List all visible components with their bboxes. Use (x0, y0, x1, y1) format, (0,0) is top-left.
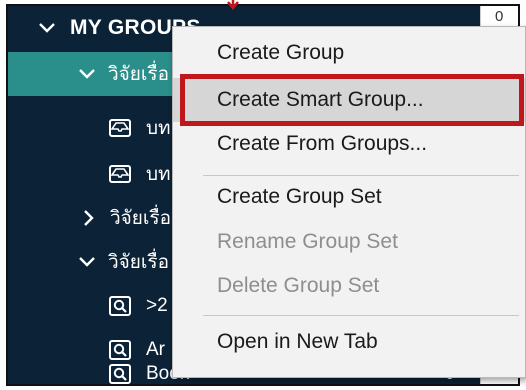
folder-icon (109, 119, 131, 137)
group-set-label: วิจัยเรื่อ (108, 64, 170, 85)
chevron-right-icon[interactable] (80, 209, 98, 227)
group-set-label: วิจัยเรื่อ (110, 208, 172, 229)
folder-icon (109, 165, 131, 183)
annotation-arrow-icon (227, 0, 239, 10)
top-count: 0 (495, 8, 504, 25)
menu-item-create-smart-group[interactable]: Create Smart Group... (173, 78, 525, 122)
chevron-down-icon[interactable] (78, 65, 96, 83)
group-label: บท (146, 118, 171, 139)
context-menu: Create Group Create Smart Group... Creat… (172, 26, 526, 378)
smart-group-icon (109, 296, 131, 316)
group-set-label: วิจัยเรื่อ (108, 252, 170, 273)
chevron-down-icon[interactable] (78, 253, 96, 271)
menu-item-create-from-groups[interactable]: Create From Groups... (173, 122, 525, 166)
chevron-down-icon (39, 23, 55, 33)
smart-group-icon (109, 364, 131, 384)
menu-item-create-group[interactable]: Create Group (173, 31, 525, 75)
group-label: บท (146, 164, 171, 185)
menu-item-create-group-set[interactable]: Create Group Set (173, 175, 525, 219)
menu-separator (203, 315, 519, 316)
menu-item-delete-group-set: Delete Group Set (217, 274, 380, 297)
smart-group-label: >2 (146, 295, 168, 316)
menu-item-open-in-new-tab[interactable]: Open in New Tab (173, 320, 525, 364)
menu-item-rename-group-set: Rename Group Set (217, 230, 398, 253)
